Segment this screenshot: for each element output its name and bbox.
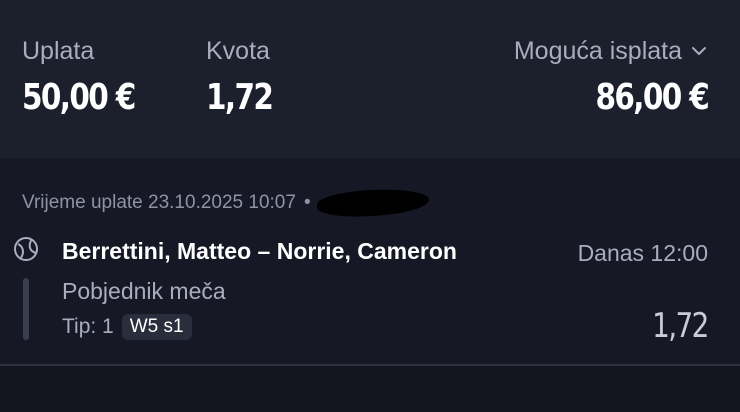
market-name: Pobjednik meča xyxy=(62,278,226,304)
ticket-detail: Vrijeme uplate 23.10.2025 10:07 • Berret… xyxy=(0,158,740,364)
payout-label: Moguća isplata xyxy=(513,37,682,65)
bet-summary: Uplata 50,00 € Kvota 1,72 Moguća isplata… xyxy=(0,0,740,158)
chevron-down-icon[interactable] xyxy=(690,42,708,60)
stake-column: Uplata 50,00 € xyxy=(22,36,159,118)
bet-timestamp: Vrijeme uplate 23.10.2025 10:07 xyxy=(22,192,296,213)
redacted-ticket-id xyxy=(316,188,430,218)
selection-status-bar xyxy=(23,278,29,340)
bet-timestamp-row: Vrijeme uplate 23.10.2025 10:07 • xyxy=(22,188,430,218)
match-start-time: Danas 12:00 xyxy=(577,240,708,266)
selection-odds: 1,72 xyxy=(652,306,709,346)
payout-column[interactable]: Moguća isplata 86,00 € xyxy=(514,36,710,118)
tip-code-badge: W5 s1 xyxy=(121,314,192,340)
stake-label: Uplata xyxy=(22,37,95,65)
separator-dot: • xyxy=(303,192,311,213)
tip-label: Tip: 1 xyxy=(62,315,114,338)
payout-value: 86,00 € xyxy=(595,77,709,118)
odds-column: Kvota 1,72 xyxy=(206,36,287,118)
stake-value: 50,00 € xyxy=(22,77,136,118)
divider xyxy=(0,364,740,366)
tennis-ball-icon xyxy=(14,237,38,261)
match-title[interactable]: Berrettini, Matteo – Norrie, Cameron xyxy=(62,238,457,265)
payout-toggle[interactable]: Moguća isplata xyxy=(514,36,708,66)
tip-row: Tip: 1 W5 s1 xyxy=(62,314,192,340)
odds-label: Kvota xyxy=(206,37,270,65)
odds-value: 1,72 xyxy=(206,77,274,118)
